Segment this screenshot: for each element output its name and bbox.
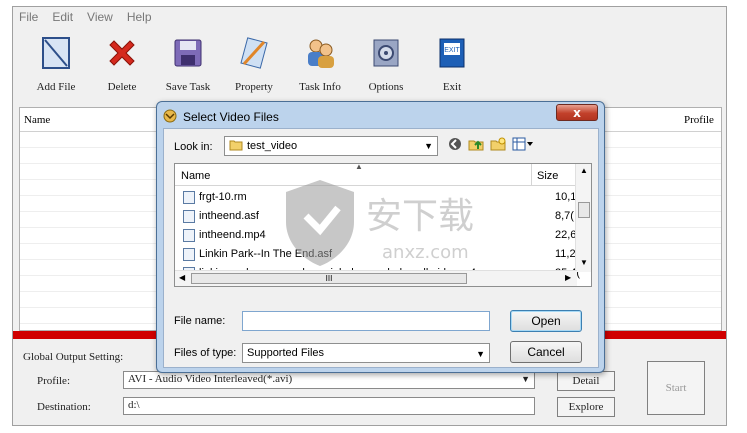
explore-button[interactable]: Explore: [557, 397, 615, 417]
delete-label: Delete: [107, 81, 137, 93]
horizontal-scrollbar[interactable]: ◀ III ▶: [175, 270, 577, 286]
file-name: intheend.mp4: [199, 229, 266, 241]
exit-icon: EXIT: [434, 35, 470, 71]
list-item[interactable]: frgt-10.rm 10,1(: [175, 188, 580, 207]
chevron-down-icon: ▼: [521, 374, 530, 384]
delete-icon: [104, 35, 140, 71]
col-name[interactable]: Name: [24, 114, 50, 126]
view-menu-icon[interactable]: [512, 137, 534, 154]
list-item[interactable]: intheend.asf 8,7(: [175, 207, 577, 226]
destination-label: Destination:: [37, 401, 91, 413]
file-name: frgt-10.rm: [199, 191, 247, 203]
start-button[interactable]: Start: [647, 361, 705, 415]
dialog-body: Look in: test_video ▼ Name ▲ Size frgt-1…: [163, 128, 599, 368]
lookin-select[interactable]: test_video ▼: [224, 136, 438, 156]
menu-bar: File Edit View Help: [13, 7, 726, 27]
profile-select[interactable]: AVI - Audio Video Interleaved(*.avi) ▼: [123, 371, 535, 389]
filename-input[interactable]: [242, 311, 490, 331]
file-size: 8,7(: [555, 210, 574, 222]
close-button[interactable]: x: [556, 104, 598, 121]
file-list[interactable]: Name ▲ Size frgt-10.rm 10,1( intheend.as…: [174, 163, 592, 287]
file-list-header: Name ▲ Size: [175, 164, 577, 186]
file-name: Linkin Park--In The End.asf: [199, 248, 333, 260]
close-icon: x: [573, 105, 581, 120]
file-size: 11,2: [555, 248, 576, 260]
options-label: Options: [368, 81, 404, 93]
cancel-button[interactable]: Cancel: [510, 341, 582, 363]
destination-field[interactable]: d:\: [123, 397, 535, 415]
scroll-down-icon[interactable]: ▼: [580, 258, 588, 267]
col-file-size[interactable]: Size: [537, 170, 558, 182]
property-label: Property: [235, 81, 273, 93]
filename-label: File name:: [174, 315, 226, 327]
task-info-button[interactable]: Task Info: [287, 29, 353, 105]
task-info-label: Task Info: [299, 81, 341, 93]
save-task-button[interactable]: Save Task: [155, 29, 221, 105]
list-item[interactable]: Linkin Park--In The End.asf 11,2: [175, 245, 577, 264]
task-info-icon: [302, 35, 338, 71]
file-icon: [183, 191, 195, 204]
filetype-label: Files of type:: [174, 347, 237, 359]
col-file-name[interactable]: Name: [181, 170, 210, 182]
dialog-nav-toolbar: [448, 137, 534, 154]
select-video-files-dialog: Select Video Files x Look in: test_video…: [156, 101, 605, 373]
menu-view[interactable]: View: [87, 10, 113, 24]
column-separator[interactable]: [531, 164, 532, 186]
exit-label: Exit: [442, 81, 462, 93]
scroll-right-icon[interactable]: ▶: [565, 273, 571, 282]
list-item[interactable]: intheend.mp4 22,6!: [175, 226, 579, 245]
exit-button[interactable]: EXIT Exit: [419, 29, 485, 105]
app-logo-icon: [163, 109, 177, 126]
profile-label: Profile:: [37, 375, 70, 387]
col-profile[interactable]: Profile: [684, 114, 714, 126]
global-output-label: Global Output Setting:: [23, 351, 124, 363]
file-name: intheend.asf: [199, 210, 259, 222]
save-icon: [170, 35, 206, 71]
property-button[interactable]: Property: [221, 29, 287, 105]
open-button[interactable]: Open: [510, 310, 582, 332]
destination-value: d:\: [128, 399, 140, 411]
options-button[interactable]: Options: [353, 29, 419, 105]
video-file-icon: [183, 248, 195, 261]
lookin-label: Look in:: [174, 141, 213, 153]
save-task-label: Save Task: [165, 81, 211, 93]
toolbar: Add File Delete Save Task Property Task …: [13, 29, 726, 105]
add-file-icon: [38, 35, 74, 71]
options-icon: [368, 35, 404, 71]
scroll-up-icon[interactable]: ▲: [580, 166, 588, 175]
property-icon: [236, 35, 272, 71]
filetype-value: Supported Files: [247, 347, 325, 359]
add-file-button[interactable]: Add File: [23, 29, 89, 105]
folder-icon: [229, 139, 243, 154]
delete-button[interactable]: Delete: [89, 29, 155, 105]
sort-ascending-icon: ▲: [355, 163, 363, 171]
dialog-titlebar[interactable]: Select Video Files: [163, 106, 599, 128]
dialog-title: Select Video Files: [183, 110, 279, 124]
lookin-value: test_video: [247, 140, 298, 152]
scroll-left-icon[interactable]: ◀: [179, 273, 185, 282]
menu-help[interactable]: Help: [127, 10, 152, 24]
profile-value: AVI - Audio Video Interleaved(*.avi): [128, 373, 293, 385]
svg-text:EXIT: EXIT: [444, 47, 460, 54]
detail-button[interactable]: Detail: [557, 371, 615, 391]
add-file-label: Add File: [36, 81, 76, 93]
video-file-icon: [183, 210, 195, 223]
scrollbar-thumb[interactable]: III: [191, 273, 467, 284]
back-icon[interactable]: [448, 137, 462, 154]
vertical-scrollbar[interactable]: ▲ ▼: [575, 164, 591, 272]
chevron-down-icon: ▼: [424, 141, 433, 151]
scrollbar-thumb[interactable]: [578, 202, 590, 218]
chevron-down-icon: ▼: [476, 349, 485, 359]
new-folder-icon[interactable]: [490, 137, 506, 154]
up-folder-icon[interactable]: [468, 137, 484, 154]
menu-file[interactable]: File: [19, 10, 38, 24]
video-file-icon: [183, 229, 195, 242]
filetype-select[interactable]: Supported Files ▼: [242, 343, 490, 363]
menu-edit[interactable]: Edit: [52, 10, 73, 24]
